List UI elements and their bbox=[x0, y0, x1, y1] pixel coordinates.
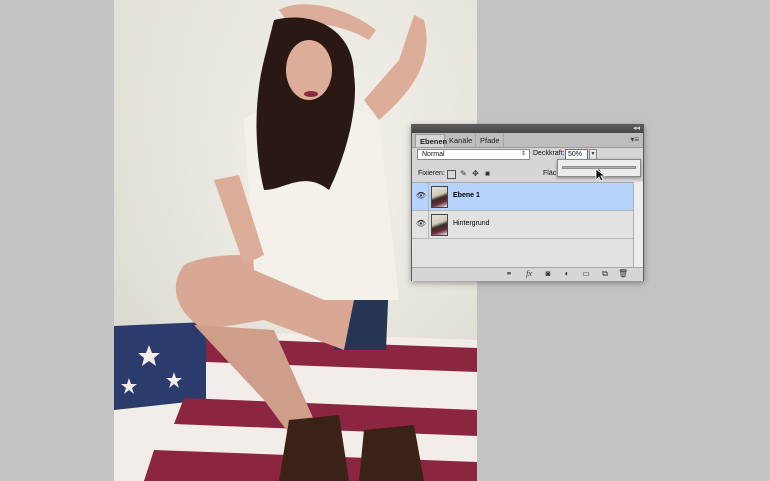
blend-mode-select[interactable]: Normal ⇕ bbox=[417, 149, 530, 160]
opacity-label: Deckkraft: bbox=[533, 150, 565, 157]
eye-icon[interactable]: 👁 bbox=[415, 190, 427, 202]
trash-icon[interactable]: 🗑 bbox=[618, 269, 628, 279]
eye-icon[interactable]: 👁 bbox=[415, 218, 427, 230]
chevron-updown-icon: ⇕ bbox=[520, 151, 526, 157]
eye-column-divider bbox=[428, 211, 429, 239]
move-icon[interactable]: ✥ bbox=[471, 169, 480, 178]
mouse-cursor-icon bbox=[595, 168, 605, 182]
panel-menu-icon[interactable]: ▾≡ bbox=[630, 135, 639, 144]
adjustment-icon[interactable]: ◐ bbox=[562, 269, 572, 279]
layers-panel: ◂◂ Ebenen Kanäle Pfade ▾≡ Normal ⇕ Deckk… bbox=[411, 124, 644, 281]
link-icon[interactable]: ⚭ bbox=[504, 269, 514, 279]
layer-list-scrollbar[interactable] bbox=[633, 182, 643, 267]
panel-bottom-toolbar: ⚭ fx ◙ ◐ ▭ ⧉ 🗑 bbox=[412, 267, 643, 281]
tab-pfade[interactable]: Pfade bbox=[476, 134, 504, 147]
fill-label: Fläc bbox=[543, 170, 557, 177]
blend-mode-value: Normal bbox=[422, 151, 445, 158]
lock-icon[interactable]: ■ bbox=[483, 169, 492, 178]
collapse-panel-icon[interactable]: ◂◂ bbox=[633, 125, 640, 133]
panel-titlebar[interactable]: ◂◂ bbox=[412, 125, 643, 133]
layer-row-ebene-1[interactable]: 👁 Ebene 1 bbox=[412, 183, 633, 211]
layer-name: Hintergrund bbox=[453, 220, 490, 227]
layer-thumbnail bbox=[431, 186, 448, 208]
brush-icon[interactable]: ✎ bbox=[459, 169, 468, 178]
layer-thumbnail bbox=[431, 214, 448, 236]
lock-label: Fixieren: bbox=[418, 170, 445, 177]
layer-list: 👁 Ebene 1 👁 Hintergrund bbox=[412, 182, 633, 268]
eye-column-divider bbox=[428, 183, 429, 211]
panel-tab-bar: Ebenen Kanäle Pfade ▾≡ bbox=[412, 133, 643, 148]
new-layer-icon[interactable]: ⧉ bbox=[600, 269, 610, 279]
folder-icon[interactable]: ▭ bbox=[581, 269, 591, 279]
layer-name: Ebene 1 bbox=[453, 192, 480, 199]
fx-icon[interactable]: fx bbox=[524, 269, 534, 279]
tab-kanaele[interactable]: Kanäle bbox=[445, 134, 476, 147]
tab-ebenen[interactable]: Ebenen bbox=[415, 134, 447, 147]
layer-row-hintergrund[interactable]: 👁 Hintergrund bbox=[412, 211, 633, 239]
lock-transparent-icon[interactable] bbox=[447, 170, 456, 179]
mask-icon[interactable]: ◙ bbox=[543, 269, 553, 279]
